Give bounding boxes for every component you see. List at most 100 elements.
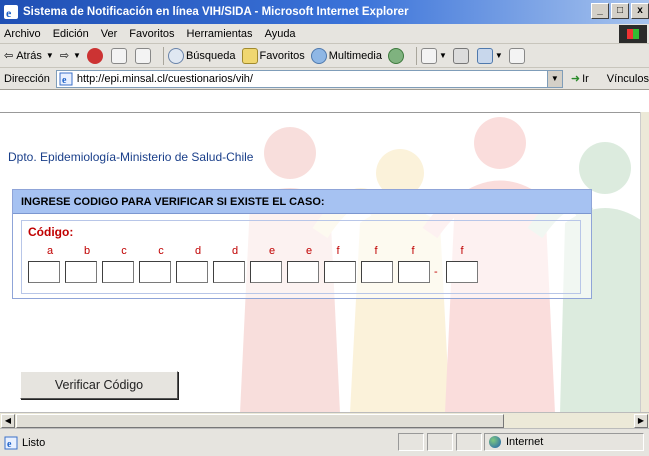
status-panel bbox=[456, 433, 482, 451]
maximize-button[interactable]: □ bbox=[611, 3, 629, 19]
search-label: Búsqueda bbox=[185, 49, 236, 62]
multimedia-button[interactable]: Multimedia bbox=[310, 47, 382, 64]
chevron-down-icon[interactable]: ▼ bbox=[46, 51, 54, 60]
chevron-down-icon[interactable]: ▼ bbox=[73, 51, 81, 60]
page-status-icon: e bbox=[4, 436, 18, 450]
code-letter: e bbox=[305, 245, 313, 257]
close-button[interactable]: x bbox=[631, 3, 649, 19]
go-arrow-icon: ➜ bbox=[570, 73, 581, 85]
minimize-button[interactable]: _ bbox=[591, 3, 609, 19]
home-icon bbox=[134, 47, 151, 64]
address-url: http://epi.minsal.cl/cuestionarios/vih/ bbox=[76, 72, 253, 85]
history-button[interactable] bbox=[387, 47, 406, 64]
menu-ver[interactable]: Ver bbox=[101, 28, 118, 40]
code-letter: c bbox=[121, 245, 127, 257]
security-zone[interactable]: Internet bbox=[484, 433, 644, 451]
verify-case-panel: INGRESE CODIGO PARA VERIFICAR SI EXISTE … bbox=[12, 189, 592, 299]
favorites-label: Favoritos bbox=[259, 49, 305, 62]
multimedia-label: Multimedia bbox=[328, 49, 382, 62]
code-letter: d bbox=[194, 245, 202, 257]
verify-code-button[interactable]: Verificar Código bbox=[20, 371, 178, 399]
discuss-icon bbox=[508, 47, 525, 64]
scroll-right-icon[interactable]: ▶ bbox=[634, 414, 648, 428]
globe-icon bbox=[489, 436, 501, 448]
toolbar-separator bbox=[162, 46, 164, 65]
windows-logo-icon bbox=[619, 25, 647, 43]
code-input-3[interactable] bbox=[102, 261, 134, 283]
zone-label: Internet bbox=[506, 436, 544, 448]
search-icon bbox=[167, 47, 184, 64]
code-letter: c bbox=[158, 245, 164, 257]
code-input-10[interactable] bbox=[361, 261, 393, 283]
panel-title: INGRESE CODIGO PARA VERIFICAR SI EXISTE … bbox=[13, 190, 591, 214]
code-input-7[interactable] bbox=[250, 261, 282, 283]
stop-button[interactable] bbox=[86, 47, 105, 64]
code-input-9[interactable] bbox=[324, 261, 356, 283]
toolbar: ⇦ Atrás ▼ ⇨ ▼ Búsqueda Favoritos Multime… bbox=[0, 44, 649, 68]
multimedia-icon bbox=[310, 47, 327, 64]
go-label: Ir bbox=[582, 72, 589, 85]
address-label: Dirección bbox=[4, 72, 50, 85]
svg-text:e: e bbox=[6, 6, 12, 19]
code-input-4[interactable] bbox=[139, 261, 171, 283]
discuss-button[interactable] bbox=[508, 47, 527, 64]
menu-bar: Archivo Edición Ver Favoritos Herramient… bbox=[0, 24, 649, 44]
scrollbar-thumb[interactable] bbox=[16, 414, 504, 428]
chevron-down-icon[interactable]: ▼ bbox=[439, 51, 447, 60]
mail-button[interactable]: ▼ bbox=[420, 47, 447, 64]
code-input-1[interactable] bbox=[28, 261, 60, 283]
code-letter: f bbox=[374, 245, 378, 257]
print-button[interactable] bbox=[452, 47, 471, 64]
back-label: Atrás bbox=[16, 49, 42, 62]
vertical-scrollbar[interactable] bbox=[640, 112, 649, 412]
history-icon bbox=[387, 47, 404, 64]
menu-ayuda[interactable]: Ayuda bbox=[265, 28, 296, 40]
code-label: Código: bbox=[28, 225, 74, 239]
chevron-down-icon[interactable]: ▼ bbox=[495, 51, 503, 60]
scroll-left-icon[interactable]: ◀ bbox=[1, 414, 15, 428]
code-fieldset: Código: a b c c d d e e f f f f - bbox=[21, 220, 581, 294]
svg-text:e: e bbox=[7, 439, 12, 450]
forward-arrow-icon: ⇨ bbox=[59, 50, 70, 62]
horizontal-scrollbar[interactable]: ◀ ▶ bbox=[0, 412, 649, 428]
status-panel bbox=[398, 433, 424, 451]
menu-edicion[interactable]: Edición bbox=[53, 28, 89, 40]
links-button[interactable]: Vínculos bbox=[607, 73, 649, 85]
code-input-2[interactable] bbox=[65, 261, 97, 283]
forward-button[interactable]: ⇨ ▼ bbox=[60, 49, 81, 62]
code-input-5[interactable] bbox=[176, 261, 208, 283]
home-button[interactable] bbox=[134, 47, 153, 64]
refresh-button[interactable] bbox=[110, 47, 129, 64]
code-input-6[interactable] bbox=[213, 261, 245, 283]
code-input-11[interactable] bbox=[398, 261, 430, 283]
window-title-bar[interactable]: e Sistema de Notificación en línea VIH/S… bbox=[0, 0, 649, 24]
edit-button[interactable]: ▼ bbox=[476, 47, 503, 64]
code-letter: f bbox=[336, 245, 340, 257]
mail-icon bbox=[420, 47, 437, 64]
code-letter: d bbox=[231, 245, 239, 257]
print-icon bbox=[452, 47, 469, 64]
code-input-8[interactable] bbox=[287, 261, 319, 283]
menu-favoritos[interactable]: Favoritos bbox=[129, 28, 174, 40]
back-button[interactable]: ⇦ Atrás ▼ bbox=[4, 49, 54, 63]
status-bar: e Listo Internet bbox=[0, 428, 649, 456]
status-panel bbox=[427, 433, 453, 451]
code-separator: - bbox=[434, 266, 438, 278]
favorites-button[interactable]: Favoritos bbox=[241, 47, 305, 64]
status-panels bbox=[398, 433, 482, 451]
search-button[interactable]: Búsqueda bbox=[167, 47, 236, 64]
stop-icon bbox=[86, 47, 103, 64]
address-bar: Dirección e http://epi.minsal.cl/cuestio… bbox=[0, 68, 649, 90]
code-input-12[interactable] bbox=[446, 261, 478, 283]
refresh-icon bbox=[110, 47, 127, 64]
favorites-icon bbox=[241, 47, 258, 64]
menu-herramientas[interactable]: Herramientas bbox=[187, 28, 253, 40]
edit-icon bbox=[476, 47, 493, 64]
window-title: Sistema de Notificación en línea VIH/SID… bbox=[23, 6, 409, 18]
svg-text:e: e bbox=[62, 75, 67, 86]
address-dropdown-icon[interactable]: ▼ bbox=[546, 70, 562, 87]
go-button[interactable]: ➜ Ir bbox=[570, 72, 589, 86]
menu-archivo[interactable]: Archivo bbox=[4, 28, 41, 40]
code-letter: f bbox=[411, 245, 415, 257]
address-input[interactable]: e http://epi.minsal.cl/cuestionarios/vih… bbox=[55, 69, 563, 88]
